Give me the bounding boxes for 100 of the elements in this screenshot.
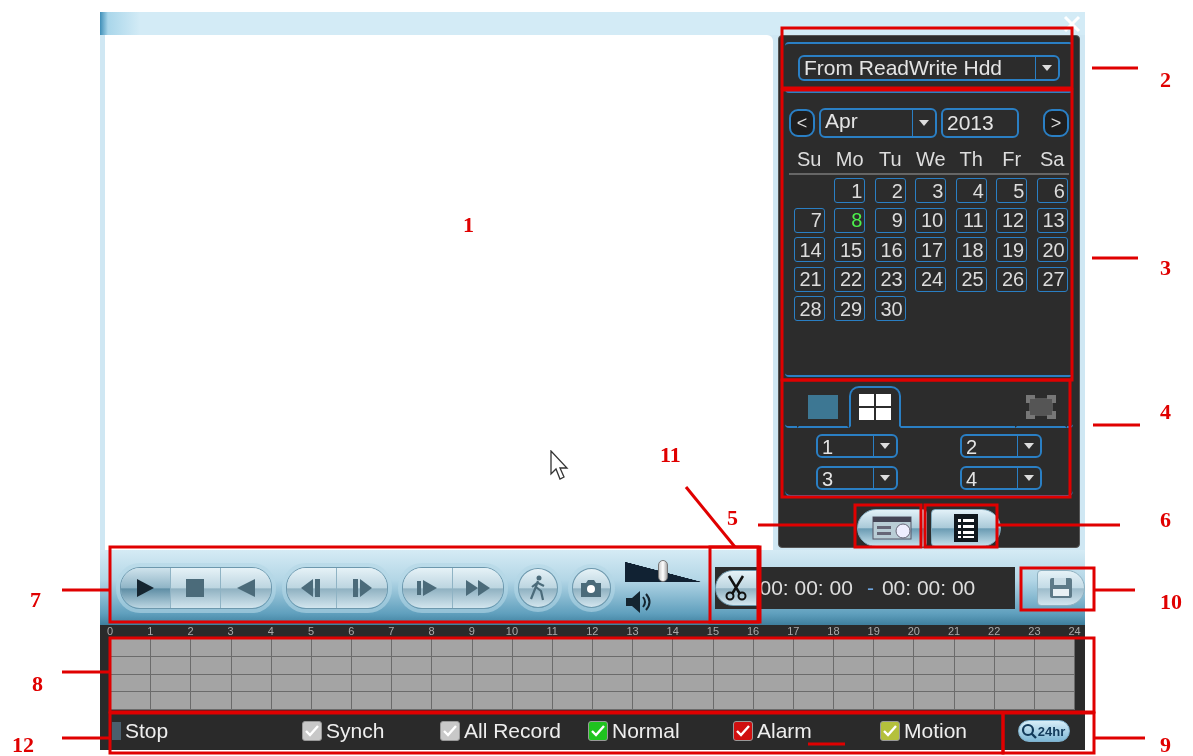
hour-label: 8 [427,625,436,638]
hour-label: 3 [226,625,235,638]
stop-icon [185,577,206,598]
month-dropdown[interactable]: Apr [819,108,937,139]
snapshot-button[interactable] [571,567,612,608]
calendar-day[interactable]: 29 [834,296,866,322]
legend-label: All Record [464,719,561,743]
calendar-day[interactable]: 6 [1036,178,1068,204]
calendar-day[interactable]: 21 [793,266,825,292]
reverse-play-button[interactable] [220,567,271,608]
calendar-day[interactable]: 16 [874,237,906,263]
legend-checkbox[interactable] [733,721,753,741]
callout-number: 11 [660,443,681,467]
caret-icon [1024,442,1034,449]
zoom-range-button[interactable]: 24hr [1017,720,1071,742]
caret-icon [880,474,890,481]
callout-number: 3 [1160,256,1171,280]
mouse-cursor-icon [550,450,570,480]
hour-label: 11 [545,625,559,638]
clip-end-time: 00: 00: 00 [881,575,976,600]
calendar-day[interactable]: 3 [915,178,947,204]
caret-icon [1024,474,1034,481]
calendar-day[interactable]: 15 [834,237,866,263]
clip-button[interactable] [715,569,758,606]
year-field[interactable]: 2013 [941,108,1019,139]
legend-checkbox[interactable] [440,721,460,741]
list-icon [954,514,978,542]
hour-label: 7 [387,625,396,638]
calendar-day[interactable]: 1 [834,178,866,204]
calendar-day[interactable]: 12 [996,207,1028,233]
calendar-day[interactable]: 22 [834,266,866,292]
calendar-day[interactable]: 25 [955,266,987,292]
clip-start-time: 00: 00: 00 [759,575,853,600]
calendar-day[interactable]: 17 [915,237,947,263]
calendar-day[interactable]: 19 [996,237,1028,263]
calendar-day[interactable]: 7 [793,207,825,233]
channel-dropdown[interactable]: 3 [816,465,898,490]
calendar-day[interactable]: 8 [834,207,866,233]
calendar-day[interactable]: 28 [793,296,825,322]
calendar-day[interactable]: 26 [996,266,1028,292]
calendar-day[interactable]: 30 [874,296,906,322]
caret-icon [1042,64,1052,71]
calendar-day[interactable]: 10 [915,207,947,233]
smart-search-button[interactable] [517,567,558,608]
record-search-button[interactable] [857,509,927,547]
calendar-day[interactable]: 13 [1036,207,1068,233]
hour-label: 10 [504,625,520,638]
channel-dropdown[interactable]: 2 [960,433,1042,458]
card-icon [872,516,912,540]
hour-label: 23 [1027,625,1042,638]
source-dropdown[interactable]: From ReadWrite Hdd [798,54,1060,81]
callout-number: 5 [727,506,738,530]
calendar-day[interactable]: 9 [874,207,906,233]
leader-line [62,736,110,740]
calendar-day[interactable]: 14 [793,237,825,263]
step-back-button[interactable] [286,567,337,608]
legend-checkbox[interactable] [302,721,322,741]
calendar-day[interactable]: 4 [955,178,987,204]
hour-label: 18 [826,625,841,638]
fast-forward-button[interactable] [452,567,503,608]
leader-line [1092,66,1138,70]
time-separator: - [866,575,874,600]
next-month-button[interactable]: > [1043,109,1069,138]
calendar-day[interactable]: 11 [955,207,987,233]
callout-number: 8 [32,672,43,696]
channel-dropdown[interactable]: 4 [960,465,1042,490]
calendar-day[interactable]: 20 [1036,237,1068,263]
hour-label: 16 [745,625,761,638]
close-icon [1063,14,1081,33]
slow-forward-button[interactable] [402,567,453,608]
leader-line [62,588,110,592]
calendar-day[interactable]: 27 [1036,266,1068,292]
previous-month-button[interactable]: < [789,109,815,138]
leader-line [684,486,737,548]
channel-dropdown[interactable]: 1 [816,433,898,458]
hour-label: 24 [1067,625,1082,638]
legend-label: Stop [125,719,169,743]
calendar-day[interactable]: 18 [955,237,987,263]
hour-label: 9 [467,625,476,638]
hour-label: 14 [665,625,680,638]
layout-tab[interactable] [849,386,901,429]
callout-number: 2 [1160,68,1171,92]
hour-label: 5 [306,625,316,638]
hour-label: 4 [266,625,275,638]
calendar-day[interactable]: 2 [874,178,906,204]
play-button[interactable] [121,567,171,608]
weekday-label: Sa [1039,147,1066,173]
step-forward-button[interactable] [336,567,387,608]
calendar-day[interactable]: 5 [996,178,1028,204]
file-list-button[interactable] [931,509,1001,547]
leader-line [1093,423,1140,427]
legend-checkbox[interactable] [880,721,900,741]
leader-line [1092,256,1138,260]
calendar-day[interactable]: 24 [915,266,947,292]
quad-view-icon [859,394,891,421]
volume-thumb[interactable] [658,559,669,582]
calendar-day[interactable]: 23 [874,266,906,292]
stop-button[interactable] [170,567,221,608]
save-button[interactable] [1037,569,1085,606]
legend-checkbox[interactable] [588,721,608,741]
